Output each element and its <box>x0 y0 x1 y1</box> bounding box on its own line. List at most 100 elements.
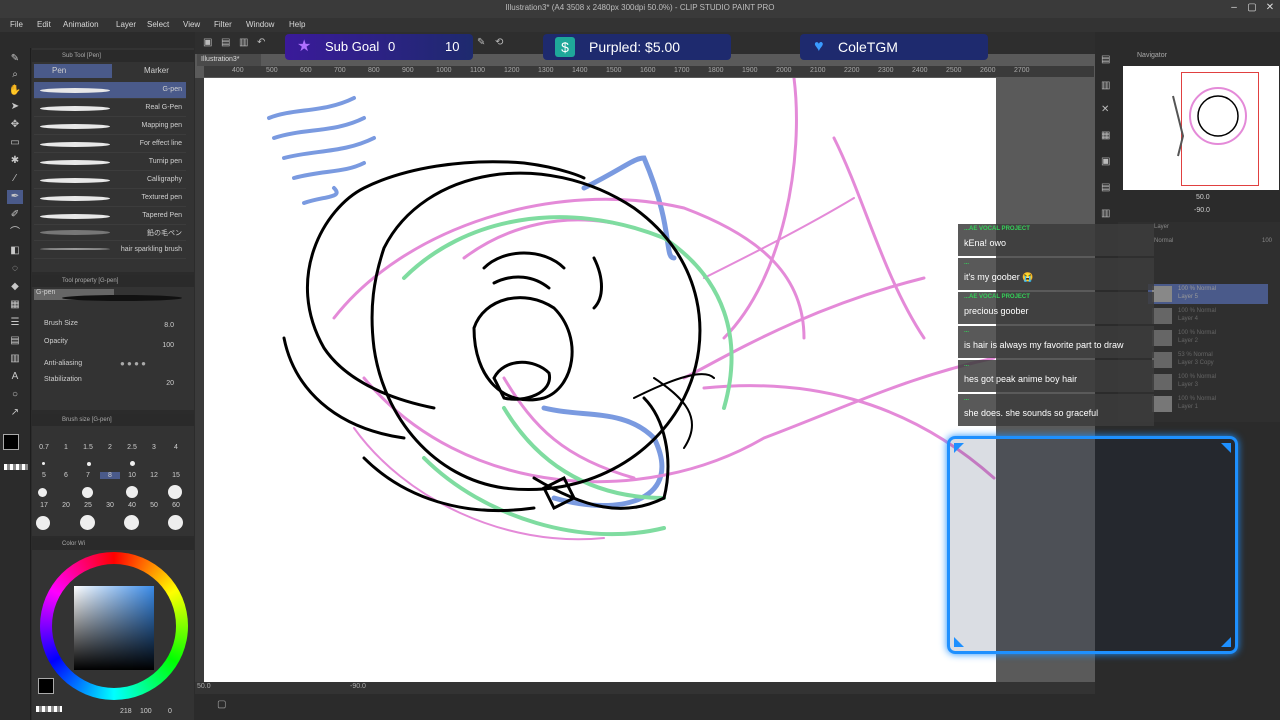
antialiasing-options[interactable]: ● ● ● ● <box>120 359 176 369</box>
layer-row[interactable]: 100 % Normal Layer 3 <box>1148 372 1268 392</box>
new-icon[interactable]: ▣ <box>203 37 212 48</box>
layer-row[interactable]: 100 % Normal Layer 1 <box>1148 394 1268 414</box>
zoom-tool-icon[interactable]: ⌕ <box>7 68 23 82</box>
maximize-button[interactable]: ▢ <box>1244 2 1260 13</box>
open-icon[interactable]: ▤ <box>221 37 230 48</box>
size-option[interactable]: 25 <box>78 502 98 509</box>
angle-readout[interactable]: -90.0 <box>350 683 366 690</box>
panel-icon[interactable]: ▣ <box>1101 156 1110 167</box>
navigator-preview[interactable] <box>1123 66 1279 190</box>
layer-opacity[interactable]: 100 <box>1262 238 1272 244</box>
size-option[interactable]: 2.5 <box>122 444 142 451</box>
brush-size-value[interactable]: 8.0 <box>164 322 174 329</box>
ruler-icon[interactable]: ▥ <box>7 352 23 366</box>
menu-animation[interactable]: Animation <box>63 20 99 29</box>
pen-active-icon[interactable]: ✒ <box>7 190 23 204</box>
brush-item[interactable]: hair sparkling brush <box>34 242 186 259</box>
menu-window[interactable]: Window <box>246 20 274 29</box>
hand-tool-icon[interactable]: ✋ <box>7 84 23 98</box>
canvas-tab[interactable]: Illustration3* <box>197 54 261 66</box>
panel-icon[interactable]: ✕ <box>1101 104 1109 115</box>
navigator-angle[interactable]: -90.0 <box>1194 207 1210 214</box>
minimize-button[interactable]: – <box>1226 2 1242 13</box>
menu-select[interactable]: Select <box>147 20 169 29</box>
selection-tool-icon[interactable]: ▭ <box>7 136 23 150</box>
zoom-readout[interactable]: 50.0 <box>197 683 211 690</box>
panel-icon[interactable]: ▤ <box>1101 54 1110 65</box>
brush-item[interactable]: G-pen <box>34 82 186 99</box>
layer-row[interactable]: 53 % Normal Layer 3 Copy <box>1148 350 1268 370</box>
brush-icon[interactable]: ⌒ <box>7 226 23 240</box>
fill-icon[interactable]: ◆ <box>7 280 23 294</box>
size-option[interactable]: 3 <box>144 444 164 451</box>
pencil-icon[interactable]: ✐ <box>7 208 23 222</box>
brush-item[interactable]: Calligraphy <box>34 172 186 189</box>
blend-mode[interactable]: Normal <box>1154 238 1173 244</box>
layout-icon[interactable]: ▢ <box>217 699 226 710</box>
size-option[interactable]: 40 <box>122 502 142 509</box>
pen-tool-icon[interactable]: ✎ <box>7 52 23 66</box>
brush-item[interactable]: Tapered Pen <box>34 208 186 225</box>
figure-icon[interactable]: ☰ <box>7 316 23 330</box>
tab-marker[interactable]: Marker <box>116 64 192 78</box>
layer-row-selected[interactable]: 100 % Normal Layer 5 <box>1148 284 1268 304</box>
panel-icon[interactable]: ▤ <box>1101 182 1110 193</box>
layer-row[interactable]: 100 % Normal Layer 4 <box>1148 306 1268 326</box>
opacity-value[interactable]: 100 <box>162 342 174 349</box>
size-option[interactable]: 17 <box>34 502 54 509</box>
brush-item[interactable]: For effect line <box>34 136 186 153</box>
eyedropper-icon[interactable]: ⁄ <box>7 172 23 186</box>
clear-icon[interactable]: ✎ <box>477 37 485 48</box>
menu-layer[interactable]: Layer <box>116 20 136 29</box>
frame-icon[interactable]: ▤ <box>7 334 23 348</box>
eraser-icon[interactable]: ◧ <box>7 244 23 258</box>
size-option[interactable]: 30 <box>100 502 120 509</box>
close-button[interactable]: ✕ <box>1262 2 1278 13</box>
saturation-value-square[interactable] <box>74 586 154 670</box>
menu-help[interactable]: Help <box>289 20 305 29</box>
save-icon[interactable]: ▥ <box>239 37 248 48</box>
brush-item[interactable]: Real G-Pen <box>34 100 186 117</box>
size-option[interactable]: 7 <box>78 472 98 479</box>
size-option[interactable]: 6 <box>56 472 76 479</box>
size-option[interactable]: 15 <box>166 472 186 479</box>
gradient-icon[interactable]: ▦ <box>7 298 23 312</box>
size-option-selected[interactable]: 8 <box>100 472 120 479</box>
tab-pen[interactable]: Pen <box>34 64 112 78</box>
layer-row[interactable]: 100 % Normal Layer 2 <box>1148 328 1268 348</box>
brush-item[interactable]: Textured pen <box>34 190 186 207</box>
size-option[interactable]: 2 <box>100 444 120 451</box>
transparent-chip[interactable] <box>36 706 62 712</box>
size-option[interactable]: 1 <box>56 444 76 451</box>
size-option[interactable]: 5 <box>34 472 54 479</box>
size-option[interactable]: 20 <box>56 502 76 509</box>
drawing-canvas[interactable] <box>204 78 996 683</box>
line-correct-icon[interactable]: ↗ <box>7 406 23 420</box>
text-tool-icon[interactable]: A <box>7 370 23 384</box>
stabilization-value[interactable]: 20 <box>166 380 174 387</box>
menu-filter[interactable]: Filter <box>214 20 232 29</box>
undo-icon[interactable]: ↶ <box>257 37 265 48</box>
panel-icon[interactable]: ▥ <box>1101 80 1110 91</box>
size-option[interactable]: 12 <box>144 472 164 479</box>
size-option[interactable]: 10 <box>122 472 142 479</box>
object-tool-icon[interactable]: ➤ <box>7 100 23 114</box>
size-option[interactable]: 0.7 <box>34 444 54 451</box>
brush-item[interactable]: Turnip pen <box>34 154 186 171</box>
brush-item[interactable]: Mapping pen <box>34 118 186 135</box>
move-tool-icon[interactable]: ✥ <box>7 118 23 132</box>
menu-view[interactable]: View <box>183 20 200 29</box>
brush-item[interactable]: 鉛の毛ペン <box>34 224 186 241</box>
transparent-swatch[interactable] <box>4 464 28 470</box>
balloon-icon[interactable]: ○ <box>7 388 23 402</box>
transform-icon[interactable]: ⟲ <box>495 37 503 48</box>
main-color-swatch[interactable] <box>3 434 19 450</box>
main-color-chip[interactable] <box>38 678 54 694</box>
size-option[interactable]: 4 <box>166 444 186 451</box>
panel-icon[interactable]: ▦ <box>1101 130 1110 141</box>
size-option[interactable]: 60 <box>166 502 186 509</box>
panel-icon[interactable]: ▥ <box>1101 208 1110 219</box>
size-option[interactable]: 50 <box>144 502 164 509</box>
blend-icon[interactable]: ◌ <box>7 262 23 276</box>
size-option[interactable]: 1.5 <box>78 444 98 451</box>
